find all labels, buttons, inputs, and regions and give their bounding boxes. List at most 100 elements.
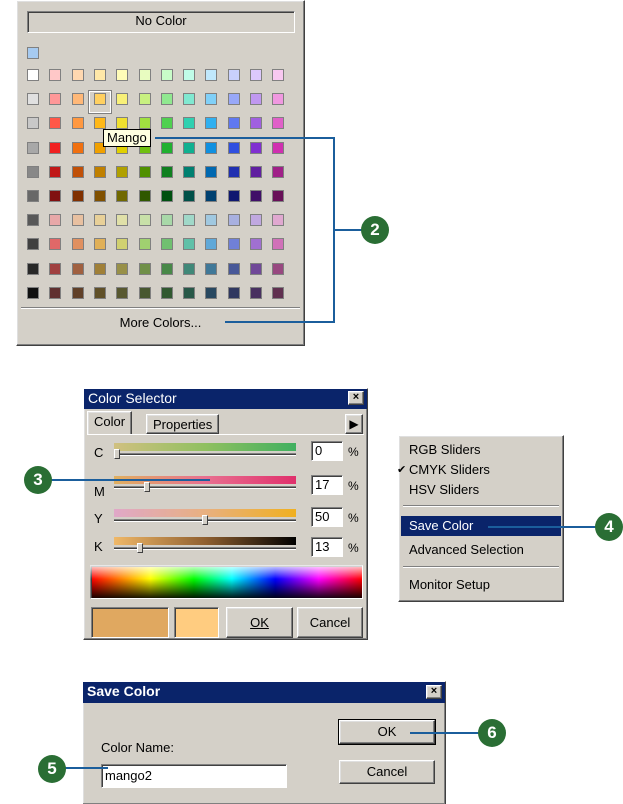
color-swatch[interactable] xyxy=(161,214,173,226)
color-swatch[interactable] xyxy=(49,287,61,299)
menu-item-cmyk-sliders[interactable]: ✔ CMYK Sliders xyxy=(397,460,561,480)
color-swatch[interactable] xyxy=(183,263,195,275)
color-swatch[interactable] xyxy=(228,287,240,299)
color-swatch[interactable] xyxy=(161,238,173,250)
tab-color[interactable]: Color xyxy=(87,411,133,435)
color-swatch[interactable] xyxy=(116,166,128,178)
menu-item-rgb-sliders[interactable]: RGB Sliders xyxy=(401,440,561,460)
color-name-input[interactable]: mango2 xyxy=(101,764,287,788)
color-swatch[interactable] xyxy=(272,214,284,226)
slider-thumb-m[interactable] xyxy=(144,482,150,492)
value-field-m[interactable]: 17 xyxy=(311,475,343,495)
color-swatch[interactable] xyxy=(205,238,217,250)
color-swatch[interactable] xyxy=(183,69,195,81)
value-field-k[interactable]: 13 xyxy=(311,537,343,557)
color-swatch[interactable] xyxy=(72,142,84,154)
color-swatch[interactable] xyxy=(228,238,240,250)
color-swatch[interactable] xyxy=(27,263,39,275)
color-swatch[interactable] xyxy=(161,287,173,299)
color-swatch[interactable] xyxy=(94,166,106,178)
color-swatch[interactable] xyxy=(139,117,151,129)
color-swatch[interactable] xyxy=(183,190,195,202)
options-arrow-button[interactable]: ▶ xyxy=(345,414,363,434)
value-field-c[interactable]: 0 xyxy=(311,441,343,461)
color-swatch[interactable] xyxy=(49,263,61,275)
color-swatch[interactable] xyxy=(116,190,128,202)
color-swatch[interactable] xyxy=(250,166,262,178)
color-swatch[interactable] xyxy=(27,214,39,226)
color-swatch[interactable] xyxy=(250,263,262,275)
color-swatch[interactable] xyxy=(205,93,217,105)
color-swatch[interactable] xyxy=(250,117,262,129)
color-swatch[interactable] xyxy=(94,69,106,81)
color-swatch[interactable] xyxy=(94,190,106,202)
color-swatch[interactable] xyxy=(27,190,39,202)
color-swatch[interactable] xyxy=(27,238,39,250)
color-swatch[interactable] xyxy=(228,117,240,129)
color-swatch[interactable] xyxy=(228,69,240,81)
color-swatch[interactable] xyxy=(27,166,39,178)
color-swatch[interactable] xyxy=(72,287,84,299)
color-swatch[interactable] xyxy=(183,166,195,178)
color-swatch[interactable] xyxy=(272,238,284,250)
color-swatch[interactable] xyxy=(27,69,39,81)
color-swatch[interactable] xyxy=(205,166,217,178)
color-swatch[interactable] xyxy=(205,142,217,154)
color-swatch[interactable] xyxy=(205,214,217,226)
color-swatch[interactable] xyxy=(205,287,217,299)
slider-thumb-y[interactable] xyxy=(202,515,208,525)
color-swatch[interactable] xyxy=(228,93,240,105)
color-swatch[interactable] xyxy=(116,93,128,105)
color-swatch[interactable] xyxy=(250,287,262,299)
color-swatch[interactable] xyxy=(116,69,128,81)
color-swatch[interactable] xyxy=(139,287,151,299)
color-swatch[interactable] xyxy=(205,117,217,129)
slider-thumb-k[interactable] xyxy=(137,543,143,553)
color-swatch[interactable] xyxy=(139,93,151,105)
color-swatch[interactable] xyxy=(228,214,240,226)
color-swatch[interactable] xyxy=(49,166,61,178)
color-swatch[interactable] xyxy=(49,238,61,250)
save-cancel-button[interactable]: Cancel xyxy=(339,760,435,784)
color-swatch[interactable] xyxy=(72,93,84,105)
color-swatch[interactable] xyxy=(272,117,284,129)
color-swatch[interactable] xyxy=(94,263,106,275)
color-swatch[interactable] xyxy=(250,93,262,105)
color-swatch[interactable] xyxy=(161,69,173,81)
color-swatch[interactable] xyxy=(49,190,61,202)
color-swatch[interactable] xyxy=(116,117,128,129)
color-swatch[interactable] xyxy=(161,263,173,275)
color-swatch[interactable] xyxy=(72,263,84,275)
color-swatch[interactable] xyxy=(250,214,262,226)
color-swatch[interactable] xyxy=(139,238,151,250)
color-swatch[interactable] xyxy=(183,93,195,105)
color-swatch[interactable] xyxy=(27,93,39,105)
color-swatch[interactable] xyxy=(72,238,84,250)
color-swatch[interactable] xyxy=(228,263,240,275)
color-swatch[interactable] xyxy=(116,287,128,299)
color-swatch[interactable] xyxy=(27,117,39,129)
color-swatch[interactable] xyxy=(116,263,128,275)
color-swatch[interactable] xyxy=(228,142,240,154)
menu-item-hsv-sliders[interactable]: HSV Sliders xyxy=(401,480,561,500)
color-swatch[interactable] xyxy=(250,238,262,250)
color-swatch[interactable] xyxy=(139,190,151,202)
color-swatch[interactable] xyxy=(250,190,262,202)
color-swatch[interactable] xyxy=(272,93,284,105)
color-swatch[interactable] xyxy=(272,142,284,154)
color-swatch[interactable] xyxy=(250,142,262,154)
color-swatch[interactable] xyxy=(183,117,195,129)
color-swatch[interactable] xyxy=(72,117,84,129)
color-swatch[interactable] xyxy=(27,142,39,154)
color-swatch[interactable] xyxy=(49,93,61,105)
color-swatch[interactable] xyxy=(228,166,240,178)
color-swatch[interactable] xyxy=(116,238,128,250)
color-swatch[interactable] xyxy=(49,142,61,154)
close-icon[interactable]: × xyxy=(348,391,364,405)
color-swatch[interactable] xyxy=(183,238,195,250)
cancel-button[interactable]: Cancel xyxy=(297,607,363,638)
color-swatch[interactable] xyxy=(183,142,195,154)
color-swatch[interactable] xyxy=(72,190,84,202)
color-swatch[interactable] xyxy=(49,69,61,81)
ok-button[interactable]: OK xyxy=(226,607,293,638)
